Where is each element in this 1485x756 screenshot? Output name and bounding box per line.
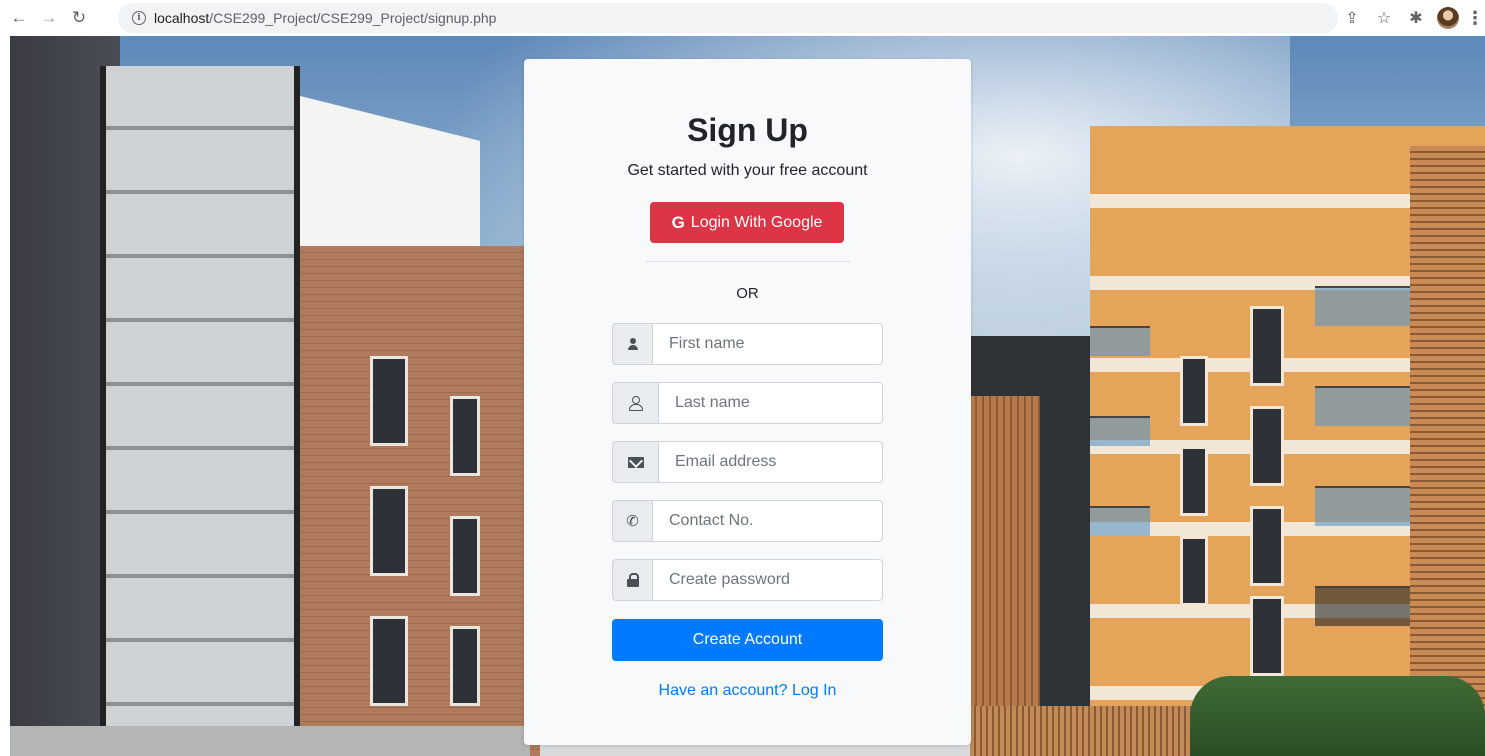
info-icon[interactable]: i xyxy=(132,11,146,25)
first-name-input[interactable] xyxy=(652,323,883,365)
contact-field: ✆ xyxy=(612,500,883,542)
menu-kebab-icon[interactable]: ⋮ xyxy=(1465,3,1485,33)
balcony-railing xyxy=(1090,416,1150,446)
avatar xyxy=(1437,7,1459,29)
balcony-railing xyxy=(1315,286,1415,326)
window xyxy=(1180,536,1208,606)
balcony-railing xyxy=(1090,506,1150,536)
forward-arrow-icon[interactable]: → xyxy=(36,5,62,31)
star-icon[interactable]: ☆ xyxy=(1369,3,1399,33)
right-slat-facade xyxy=(1410,146,1485,756)
greenery xyxy=(1190,676,1485,756)
page-subtitle: Get started with your free account xyxy=(627,162,868,179)
reload-icon[interactable]: ↻ xyxy=(66,5,92,31)
window xyxy=(1180,356,1208,426)
back-arrow-icon[interactable]: ← xyxy=(6,5,32,31)
url-host: localhost xyxy=(154,10,210,26)
contact-input[interactable] xyxy=(652,500,883,542)
last-name-input[interactable] xyxy=(658,382,883,424)
balcony-railing xyxy=(1315,486,1415,526)
window xyxy=(450,516,480,596)
brick-building xyxy=(300,246,540,756)
balcony-railing xyxy=(1315,586,1415,626)
window xyxy=(450,626,480,706)
window xyxy=(370,356,408,446)
window xyxy=(1250,406,1284,486)
ground xyxy=(10,726,530,756)
wooden-fence xyxy=(970,706,1210,756)
create-account-button[interactable]: Create Account xyxy=(612,619,883,661)
window xyxy=(1250,596,1284,676)
url-text: localhost/CSE299_Project/CSE299_Project/… xyxy=(154,10,496,26)
balcony-railing xyxy=(1315,386,1415,426)
page-title: Sign Up xyxy=(687,112,808,148)
email-input[interactable] xyxy=(658,441,883,483)
first-name-field xyxy=(612,323,883,365)
window xyxy=(370,616,408,706)
password-input[interactable] xyxy=(652,559,883,601)
profile-avatar[interactable] xyxy=(1433,3,1463,33)
window xyxy=(1250,506,1284,586)
left-glass-stairwell xyxy=(100,66,300,756)
balcony-railing xyxy=(1090,326,1150,356)
phone-icon: ✆ xyxy=(612,500,652,542)
google-login-label: Login With Google xyxy=(690,213,823,231)
url-path: /CSE299_Project/CSE299_Project/signup.ph… xyxy=(209,10,497,26)
user-outline-icon xyxy=(612,382,658,424)
window xyxy=(370,486,408,576)
or-separator: OR xyxy=(736,285,759,302)
password-field xyxy=(612,559,883,601)
lock-icon xyxy=(612,559,652,601)
login-link[interactable]: Have an account? Log In xyxy=(524,682,971,700)
google-login-button[interactable]: G Login With Google xyxy=(650,202,844,243)
window xyxy=(1250,306,1284,386)
window xyxy=(1180,446,1208,516)
browser-toolbar: ← → ↻ i localhost/CSE299_Project/CSE299_… xyxy=(0,0,1485,36)
address-bar[interactable]: i localhost/CSE299_Project/CSE299_Projec… xyxy=(118,3,1338,33)
last-name-field xyxy=(612,382,883,424)
email-field xyxy=(612,441,883,483)
envelope-icon xyxy=(612,441,658,483)
share-icon[interactable]: ⇪ xyxy=(1337,3,1367,33)
signup-card: Sign Up Get started with your free accou… xyxy=(524,59,971,745)
window xyxy=(450,396,480,476)
user-icon xyxy=(612,323,652,365)
extensions-icon[interactable]: ✱ xyxy=(1401,3,1431,33)
google-icon: G xyxy=(671,212,685,232)
divider xyxy=(646,261,850,262)
middle-wood-facade xyxy=(970,396,1040,756)
